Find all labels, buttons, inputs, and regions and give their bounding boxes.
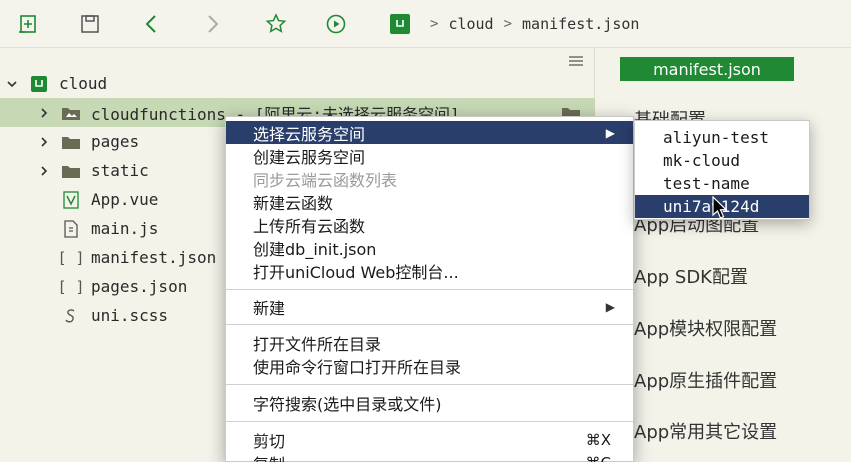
menu-item-label: 创建云服务空间 <box>253 147 366 167</box>
json-file-icon: [ ] <box>57 277 85 296</box>
menu-item-label: 创建db_init.json <box>253 239 377 259</box>
folder-icon <box>60 162 82 180</box>
json-file-icon: [ ] <box>57 248 85 267</box>
shortcut-label: ⌘X <box>585 430 611 449</box>
tree-item-label: pages.json <box>91 277 188 296</box>
submenu-item-aliyun-test[interactable]: aliyun-test <box>635 126 809 149</box>
breadcrumb-file[interactable]: manifest.json <box>522 15 639 33</box>
menu-separator <box>226 324 633 325</box>
menu-item-create-db-init[interactable]: 创建db_init.json <box>226 236 633 259</box>
menu-item-label: 新建 <box>253 298 286 318</box>
tree-item-label: main.js <box>91 219 159 238</box>
menu-item-label: 上传所有云函数 <box>253 216 366 236</box>
config-section-other[interactable]: App常用其它设置 <box>634 418 777 444</box>
chevron-right-icon[interactable] <box>38 165 50 177</box>
vue-file-icon <box>60 190 82 209</box>
project-icon <box>390 14 410 34</box>
menu-item-label: 使用命令行窗口打开所在目录 <box>253 357 462 377</box>
shortcut-label: ⌘C <box>586 454 611 462</box>
submenu-arrow-icon: ▶ <box>605 125 615 140</box>
menu-item-label: 打开文件所在目录 <box>253 334 382 354</box>
project-icon <box>28 75 50 93</box>
chevron-right-icon[interactable] <box>38 107 50 119</box>
submenu-item-test-name[interactable]: test-name <box>635 172 809 195</box>
config-section-permissions[interactable]: App模块权限配置 <box>634 315 777 341</box>
tree-item-project-cloud[interactable]: cloud <box>0 69 595 98</box>
star-icon[interactable] <box>262 10 290 38</box>
menu-separator <box>226 421 633 422</box>
menu-item-create-cloud-space[interactable]: 创建云服务空间 <box>226 144 633 167</box>
cloud-folder-icon <box>60 104 82 122</box>
toolbar: > cloud > manifest.json <box>0 0 851 48</box>
menu-item-cut[interactable]: 剪切 ⌘X <box>226 428 633 451</box>
context-menu: 选择云服务空间 ▶ 创建云服务空间 同步云端云函数列表 新建云函数 上传所有云函… <box>225 116 634 462</box>
forward-icon[interactable] <box>198 10 226 38</box>
tree-item-label: cloud <box>59 74 108 93</box>
manifest-tab[interactable]: manifest.json <box>620 57 794 81</box>
submenu-item-mk-cloud[interactable]: mk-cloud <box>635 149 809 172</box>
menu-item-text-search[interactable]: 字符搜索(选中目录或文件) <box>226 391 633 414</box>
menu-item-new-cloud-function[interactable]: 新建云函数 <box>226 190 633 213</box>
menu-icon[interactable] <box>568 52 584 66</box>
menu-item-label: 字符搜索(选中目录或文件) <box>253 394 442 414</box>
menu-separator <box>226 384 633 385</box>
menu-separator <box>226 289 633 290</box>
config-section-sdk[interactable]: App SDK配置 <box>634 263 748 289</box>
menu-item-label: 选择云服务空间 <box>253 124 366 144</box>
menu-item-label: 剪切 <box>253 431 286 451</box>
breadcrumb-project[interactable]: cloud <box>448 15 493 33</box>
breadcrumb: > cloud > manifest.json <box>390 12 639 36</box>
js-file-icon <box>60 219 82 238</box>
breadcrumb-separator-icon: > <box>503 16 513 32</box>
config-section-native-plugins[interactable]: App原生插件配置 <box>634 367 777 393</box>
tree-item-label: pages <box>91 132 140 151</box>
submenu-arrow-icon: ▶ <box>605 299 615 314</box>
menu-item-open-web-console[interactable]: 打开uniCloud Web控制台... <box>226 259 633 282</box>
menu-item-sync-cloud-functions: 同步云端云函数列表 <box>226 167 633 190</box>
chevron-right-icon[interactable] <box>38 136 50 148</box>
chevron-down-icon[interactable] <box>6 78 18 90</box>
scss-file-icon <box>60 307 82 325</box>
breadcrumb-separator-icon: > <box>430 16 439 32</box>
manifest-editor-panel: manifest.json 基础配置 App启动图配置 App SDK配置 Ap… <box>596 48 851 462</box>
menu-item-select-cloud-space[interactable]: 选择云服务空间 ▶ <box>226 121 633 144</box>
back-icon[interactable] <box>138 10 166 38</box>
run-icon[interactable] <box>322 10 350 38</box>
tree-item-label: manifest.json <box>91 248 217 267</box>
menu-item-copy[interactable]: 复制 ⌘C <box>226 451 633 462</box>
menu-item-new[interactable]: 新建 ▶ <box>226 295 633 318</box>
tree-item-label: App.vue <box>91 190 159 209</box>
tree-item-label: uni.scss <box>91 306 169 325</box>
menu-item-label: 复制 <box>253 451 285 462</box>
new-file-icon[interactable] <box>14 10 42 38</box>
mouse-cursor-icon <box>712 196 728 219</box>
menu-item-label: 打开uniCloud Web控制台... <box>253 262 459 282</box>
menu-item-label: 新建云函数 <box>253 193 334 213</box>
tree-item-label: static <box>91 161 149 180</box>
menu-item-open-containing-folder[interactable]: 打开文件所在目录 <box>226 331 633 354</box>
menu-item-open-in-terminal[interactable]: 使用命令行窗口打开所在目录 <box>226 354 633 377</box>
menu-item-upload-all[interactable]: 上传所有云函数 <box>226 213 633 236</box>
menu-item-label: 同步云端云函数列表 <box>253 170 398 190</box>
save-icon[interactable] <box>76 10 104 38</box>
folder-icon <box>60 133 82 151</box>
